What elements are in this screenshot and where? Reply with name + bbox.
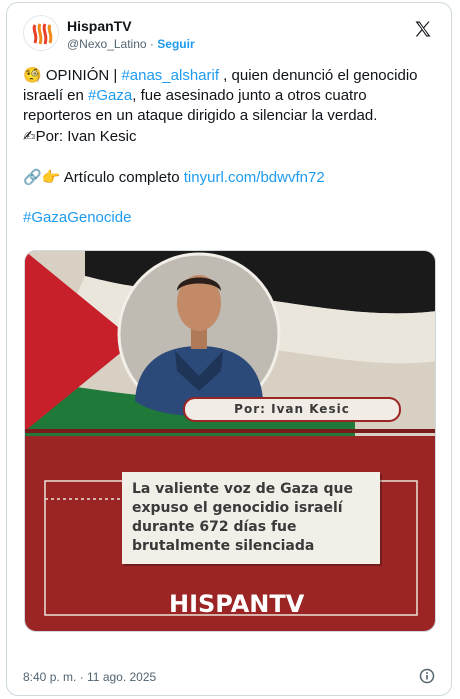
tweet-footer: 8:40 p. m. · 11 ago. 2025 (23, 668, 437, 688)
hashtag-anas-alsharif[interactable]: #anas_alsharif (121, 67, 219, 84)
tweet-image[interactable]: Por: Ivan Kesic La valiente voz de Gaza … (24, 250, 436, 632)
x-logo-icon[interactable] (413, 19, 433, 39)
author-line: ✍Por: Ivan Kesic (23, 126, 433, 147)
author-text: Por: Ivan Kesic (35, 128, 137, 145)
avatar[interactable] (23, 15, 59, 51)
text-opinion: OPINIÓN | (41, 67, 122, 84)
writing-hand-icon: ✍ (23, 127, 36, 145)
display-name[interactable]: HispanTV (67, 18, 132, 34)
monocle-face-icon: 🧐 (23, 66, 42, 84)
article-label: Artículo completo (63, 169, 184, 186)
poster-author-tag: Por: Ivan Kesic (185, 399, 399, 420)
info-icon[interactable] (419, 668, 435, 684)
poster-caption: La valiente voz de Gaza que expuso el ge… (122, 472, 380, 564)
tweet-paragraph: 🧐 OPINIÓN | #anas_alsharif , quien denun… (23, 65, 433, 126)
hispantv-logo-icon (25, 17, 58, 50)
poster-artwork (25, 251, 435, 631)
follow-button[interactable]: Seguir (157, 37, 194, 51)
hashtag-gaza[interactable]: #Gaza (88, 87, 132, 104)
timestamp[interactable]: 8:40 p. m. · 11 ago. 2025 (23, 670, 156, 684)
tweet-header: HispanTV @Nexo_Latino · Seguir (23, 15, 435, 55)
hashtag-gaza-genocide[interactable]: #GazaGenocide (23, 209, 131, 226)
article-line: 🔗👉 Artículo completo tinyurl.com/bdwvfn7… (23, 167, 433, 188)
handle[interactable]: @Nexo_Latino (67, 37, 147, 51)
tweet-text: 🧐 OPINIÓN | #anas_alsharif , quien denun… (23, 65, 433, 228)
article-link[interactable]: tinyurl.com/bdwvfn72 (184, 169, 325, 186)
separator: · (149, 37, 154, 51)
handle-row: @Nexo_Latino · Seguir (67, 37, 195, 51)
hispantv-brand-logo: HISPANTV (169, 590, 305, 618)
link-pointing-icon: 🔗👉 (23, 168, 61, 186)
tweet-card: HispanTV @Nexo_Latino · Seguir 🧐 OPINIÓN… (6, 2, 452, 696)
